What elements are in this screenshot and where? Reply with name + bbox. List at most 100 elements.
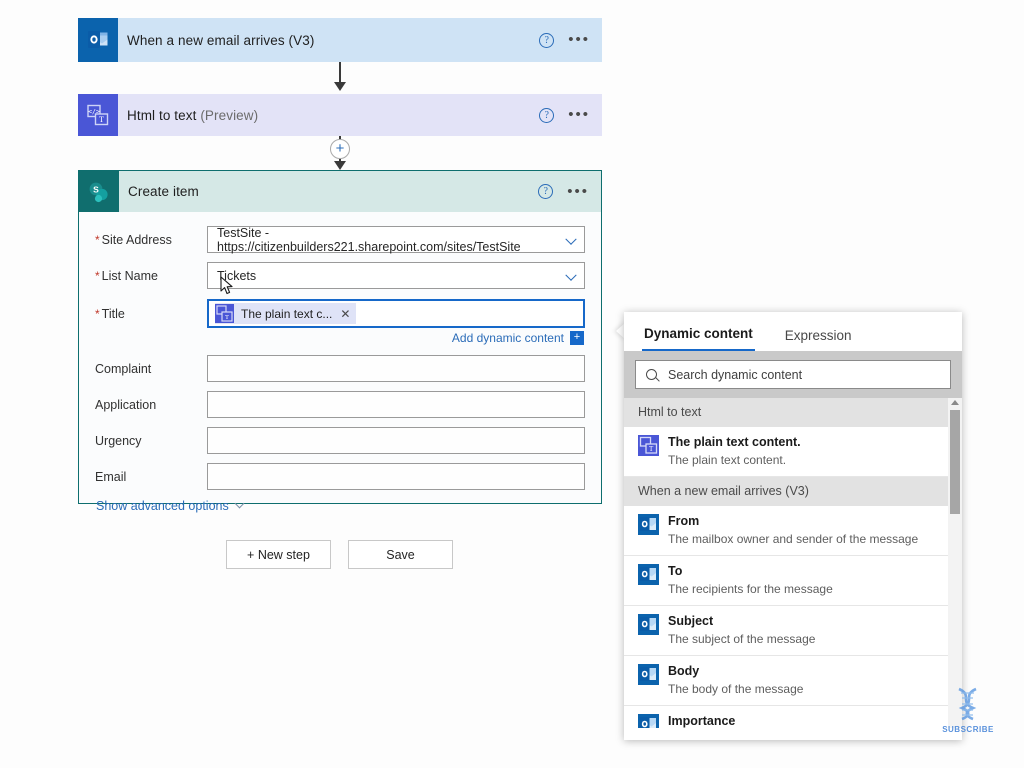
- subscribe-label: SUBSCRIBE: [942, 725, 994, 734]
- show-advanced-options-label: Show advanced options: [96, 499, 229, 513]
- card-title-text: When a new email arrives (V3): [127, 32, 315, 48]
- new-step-button[interactable]: + New step: [226, 540, 331, 569]
- application-input[interactable]: [207, 391, 585, 418]
- add-dynamic-content-row: Add dynamic content +: [95, 331, 585, 345]
- field-label-text: Title: [101, 306, 125, 321]
- field-label-text: List Name: [101, 268, 158, 283]
- flow-card-html-to-text[interactable]: </> T Html to text (Preview) ? •••: [78, 94, 602, 136]
- overflow-menu-icon[interactable]: •••: [567, 184, 593, 199]
- card-title: When a new email arrives (V3): [118, 33, 314, 48]
- form-row-list-name: * List Name Tickets: [95, 262, 585, 289]
- email-input[interactable]: [207, 463, 585, 490]
- flow-card-trigger[interactable]: When a new email arrives (V3) ? •••: [78, 18, 602, 62]
- list-item-text: From The mailbox owner and sender of the…: [668, 512, 918, 548]
- scrollbar-thumb[interactable]: [950, 410, 960, 514]
- card-title-text: Html to text: [127, 107, 197, 123]
- card-header[interactable]: S Create item ? •••: [79, 171, 601, 212]
- list-name-dropdown[interactable]: Tickets: [207, 262, 585, 289]
- list-item[interactable]: From The mailbox owner and sender of the…: [624, 506, 962, 556]
- list-item-title: Importance: [668, 714, 736, 728]
- required-marker: *: [95, 268, 100, 283]
- urgency-input[interactable]: [207, 427, 585, 454]
- list-item-title: Body: [668, 664, 700, 678]
- list-group-header: When a new email arrives (V3): [624, 477, 962, 506]
- add-dynamic-content-link[interactable]: Add dynamic content: [452, 331, 564, 345]
- list-item-text: Subject The subject of the message: [668, 612, 815, 648]
- list-item[interactable]: To The recipients for the message: [624, 556, 962, 606]
- tab-expression[interactable]: Expression: [783, 328, 854, 351]
- list-item[interactable]: Importance The importance of the message…: [624, 706, 962, 728]
- overflow-menu-icon[interactable]: •••: [568, 32, 594, 47]
- chevron-down-icon: [234, 498, 245, 508]
- connector-arrow: [334, 82, 346, 91]
- html-to-text-icon: </> T: [78, 94, 118, 136]
- card-header-actions: ? •••: [538, 171, 593, 212]
- list-item-desc: The mailbox owner and sender of the mess…: [668, 532, 919, 546]
- field-label: Application: [95, 397, 157, 412]
- form-row-email: Email: [95, 463, 585, 490]
- help-icon[interactable]: ?: [538, 184, 554, 199]
- insert-step-button[interactable]: +: [330, 139, 350, 159]
- list-item-title: To: [668, 564, 683, 578]
- token-label: The plain text c...: [241, 306, 333, 321]
- list-item[interactable]: Subject The subject of the message: [624, 606, 962, 656]
- form-row-complaint: Complaint: [95, 355, 585, 382]
- svg-text:S: S: [93, 184, 99, 194]
- outlook-icon: [638, 514, 659, 535]
- add-dynamic-content-plus-icon[interactable]: +: [570, 331, 584, 345]
- list-item-title: Subject: [668, 614, 714, 628]
- field-label: * Site Address: [95, 233, 207, 247]
- flow-card-create-item[interactable]: S Create item ? ••• * Site Address TestSi…: [78, 170, 602, 513]
- help-icon[interactable]: ?: [539, 107, 555, 123]
- card-title-suffix: (Preview): [196, 107, 259, 123]
- form-row-title: * Title T The plain text c... ✕: [95, 298, 585, 329]
- dynamic-content-list: Html to text T The plain text content. T…: [624, 398, 962, 728]
- dynamic-content-panel: Dynamic content Expression Search dynami…: [624, 312, 962, 740]
- mouse-cursor: [220, 276, 234, 296]
- outlook-icon: [638, 564, 659, 585]
- list-item-desc: The subject of the message: [668, 632, 816, 646]
- search-input[interactable]: Search dynamic content: [635, 360, 951, 389]
- required-marker: *: [95, 232, 100, 247]
- list-item[interactable]: T The plain text content. The plain text…: [624, 427, 962, 477]
- field-label: Urgency: [95, 433, 142, 448]
- tab-dynamic-content[interactable]: Dynamic content: [642, 326, 755, 351]
- svg-text:T: T: [649, 445, 654, 453]
- svg-text:T: T: [225, 314, 229, 321]
- list-item-text: The plain text content. The plain text c…: [668, 433, 801, 469]
- svg-text:T: T: [99, 115, 104, 124]
- create-item-form: * Site Address TestSite - https://citizen…: [79, 212, 601, 513]
- card-header[interactable]: When a new email arrives (V3) ? •••: [78, 18, 602, 62]
- card-header-actions: ? •••: [539, 18, 594, 62]
- list-item-text: To The recipients for the message: [668, 562, 833, 598]
- form-row-urgency: Urgency: [95, 427, 585, 454]
- site-address-dropdown[interactable]: TestSite - https://citizenbuilders221.sh…: [207, 225, 585, 254]
- search-icon: [646, 369, 657, 380]
- list-item[interactable]: Body The body of the message: [624, 656, 962, 706]
- html-to-text-icon: T: [215, 304, 234, 323]
- save-button[interactable]: Save: [348, 540, 453, 569]
- field-label-text: Site Address: [101, 232, 172, 247]
- card-header[interactable]: </> T Html to text (Preview) ? •••: [78, 94, 602, 136]
- overflow-menu-icon[interactable]: •••: [568, 107, 594, 122]
- card-title: Create item: [119, 184, 199, 199]
- required-marker: *: [95, 306, 100, 321]
- sharepoint-icon: S: [79, 171, 119, 212]
- card-header-actions: ? •••: [539, 94, 594, 136]
- field-label: * Title: [95, 307, 207, 321]
- close-icon[interactable]: ✕: [340, 307, 350, 321]
- complaint-input[interactable]: [207, 355, 585, 382]
- help-icon[interactable]: ?: [539, 32, 555, 48]
- chevron-down-icon[interactable]: [565, 269, 577, 281]
- subscribe-watermark: SUBSCRIBE: [938, 686, 998, 734]
- scroll-up-arrow-icon[interactable]: [951, 400, 959, 405]
- title-input[interactable]: T The plain text c... ✕: [207, 299, 585, 328]
- field-value: TestSite - https://citizenbuilders221.sh…: [217, 225, 521, 254]
- dynamic-content-token[interactable]: T The plain text c... ✕: [215, 303, 357, 324]
- panel-search-area: Search dynamic content: [624, 351, 962, 398]
- card-title-text: Create item: [128, 184, 199, 199]
- panel-scrollbar[interactable]: [948, 398, 962, 728]
- outlook-icon: [638, 714, 659, 728]
- show-advanced-options-toggle[interactable]: Show advanced options: [96, 498, 585, 513]
- search-placeholder: Search dynamic content: [668, 367, 803, 382]
